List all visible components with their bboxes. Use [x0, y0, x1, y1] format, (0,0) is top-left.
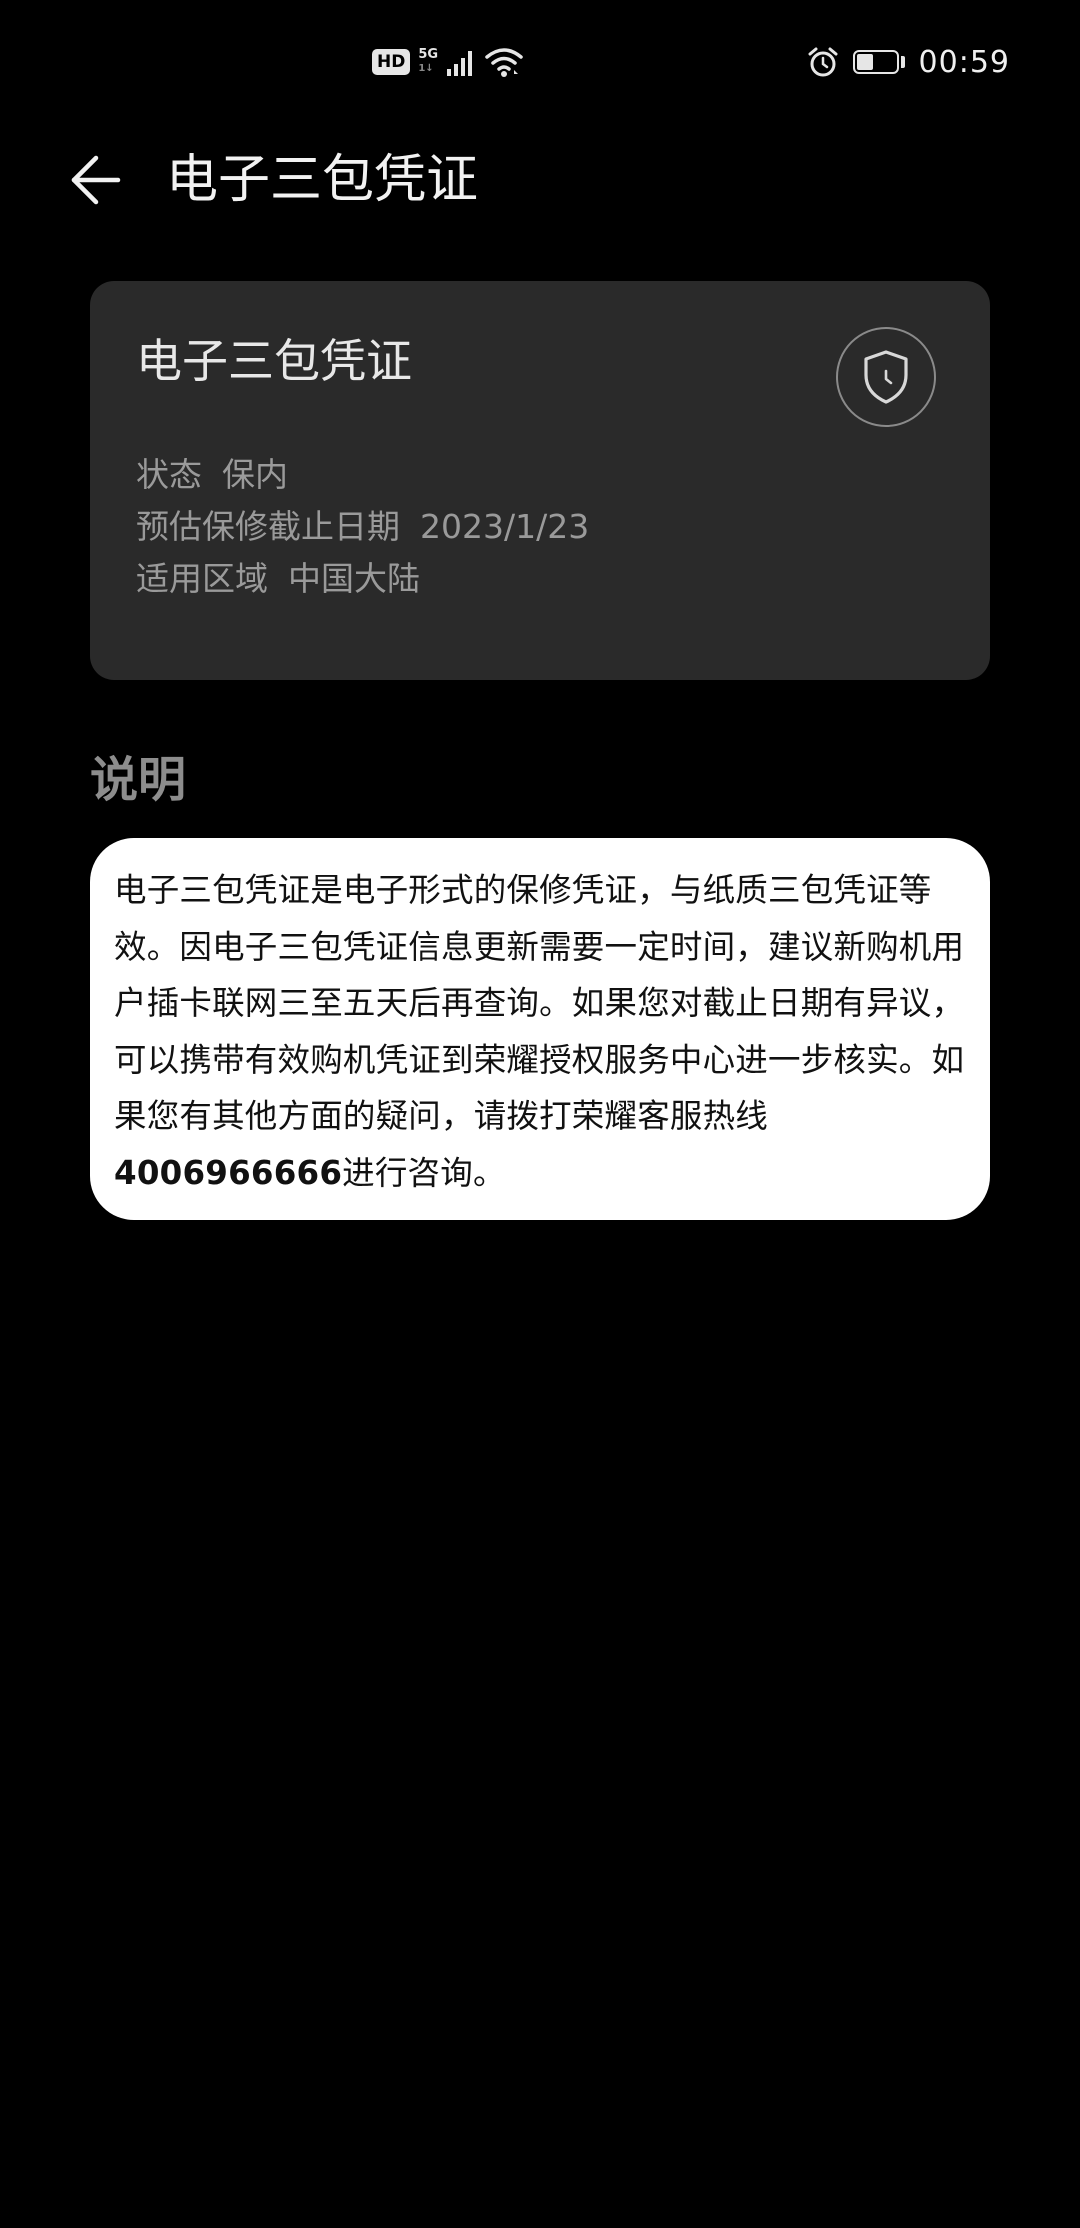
info-row-status: 状态 保内 — [136, 449, 589, 501]
info-value: 2023/1/23 — [420, 507, 590, 546]
battery-icon: 39 — [852, 50, 899, 74]
info-value: 中国大陆 — [288, 559, 420, 598]
arrow-left-icon — [71, 155, 121, 205]
hd-badge: HD — [372, 49, 411, 75]
warranty-card: 电子三包凭证 状态 保内 预估保修截止日期 2023/1/23 适用区域 中国大陆 — [90, 281, 990, 680]
description-text: 电子三包凭证是电子形式的保修凭证，与纸质三包凭证等效。因电子三包凭证信息更新需要… — [114, 862, 966, 1201]
network-type: 5G 1↓ — [418, 48, 438, 76]
info-label: 预估保修截止日期 — [136, 507, 400, 546]
section-heading-description: 说明 — [90, 752, 187, 808]
description-tail: 进行咨询。 — [342, 1153, 506, 1192]
back-button[interactable] — [64, 148, 128, 212]
info-value: 保内 — [222, 455, 288, 494]
warranty-info-list: 状态 保内 预估保修截止日期 2023/1/23 适用区域 中国大陆 — [136, 449, 589, 605]
description-card: 电子三包凭证是电子形式的保修凭证，与纸质三包凭证等效。因电子三包凭证信息更新需要… — [90, 838, 990, 1220]
info-label: 适用区域 — [136, 559, 268, 598]
info-row-region: 适用区域 中国大陆 — [136, 553, 589, 605]
signal-icon — [447, 51, 473, 76]
shield-clock-icon — [864, 350, 908, 404]
page-title: 电子三包凭证 — [166, 150, 479, 210]
status-time: 00:59 — [918, 44, 1010, 80]
battery-indicator: 39 — [852, 50, 905, 74]
status-bar-system: 39 00:59 — [807, 44, 1010, 80]
hotline-number[interactable]: 4006966666 — [114, 1154, 342, 1192]
battery-level: 39 — [864, 52, 887, 71]
status-bar: HD 5G 1↓ 39 00:59 — [0, 0, 1080, 124]
alarm-clock-icon — [808, 47, 838, 77]
info-label: 状态 — [136, 455, 202, 494]
app-header: 电子三包凭证 — [0, 124, 1080, 236]
description-body: 电子三包凭证是电子形式的保修凭证，与纸质三包凭证等效。因电子三包凭证信息更新需要… — [114, 871, 965, 1135]
network-activity: 1↓ — [418, 63, 434, 74]
card-title: 电子三包凭证 — [136, 334, 412, 388]
wifi-icon — [485, 48, 523, 77]
battery-cap — [900, 56, 905, 68]
shield-badge — [836, 327, 936, 427]
status-bar-network: HD 5G 1↓ — [372, 44, 524, 80]
info-row-expiry-date: 预估保修截止日期 2023/1/23 — [136, 501, 589, 553]
network-type-label: 5G — [418, 47, 439, 62]
